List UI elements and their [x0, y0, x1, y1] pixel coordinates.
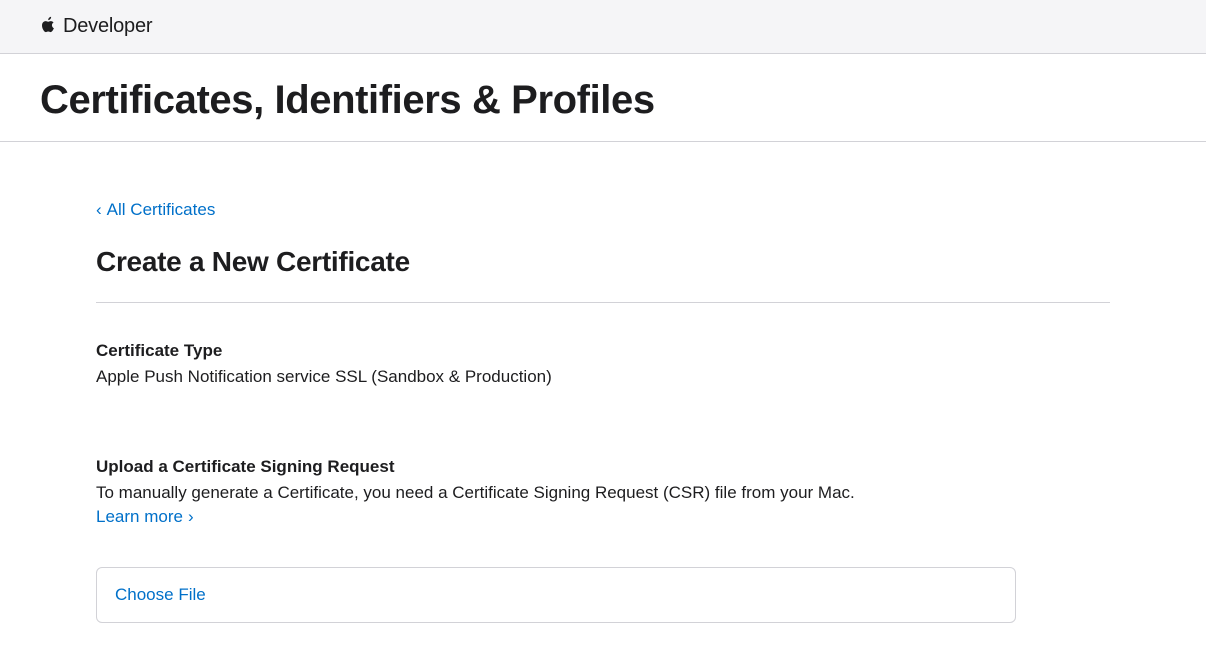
apple-logo-icon [40, 15, 56, 38]
learn-more-link[interactable]: Learn more › [96, 507, 194, 527]
upload-csr-description: To manually generate a Certificate, you … [96, 483, 1110, 503]
chevron-left-icon: ‹ [96, 200, 102, 220]
chevron-right-icon: › [188, 507, 194, 527]
learn-more-label: Learn more [96, 507, 183, 527]
certificate-type-value: Apple Push Notification service SSL (San… [96, 367, 1110, 387]
main-content: ‹ All Certificates Create a New Certific… [0, 142, 1206, 663]
choose-file-button[interactable]: Choose File [115, 585, 206, 605]
upload-csr-label: Upload a Certificate Signing Request [96, 457, 1110, 477]
back-link-all-certificates[interactable]: ‹ All Certificates [96, 200, 215, 220]
section-title: Certificates, Identifiers & Profiles [40, 78, 1166, 123]
brand-link[interactable]: Developer [40, 15, 152, 38]
back-link-label: All Certificates [107, 200, 216, 220]
top-bar: Developer [0, 0, 1206, 54]
page-title: Create a New Certificate [96, 246, 1110, 303]
certificate-type-label: Certificate Type [96, 341, 1110, 361]
brand-text: Developer [63, 15, 152, 38]
upload-csr-section: Upload a Certificate Signing Request To … [96, 457, 1110, 623]
section-header: Certificates, Identifiers & Profiles [0, 54, 1206, 142]
file-upload-box[interactable]: Choose File [96, 567, 1016, 623]
certificate-type-section: Certificate Type Apple Push Notification… [96, 341, 1110, 387]
